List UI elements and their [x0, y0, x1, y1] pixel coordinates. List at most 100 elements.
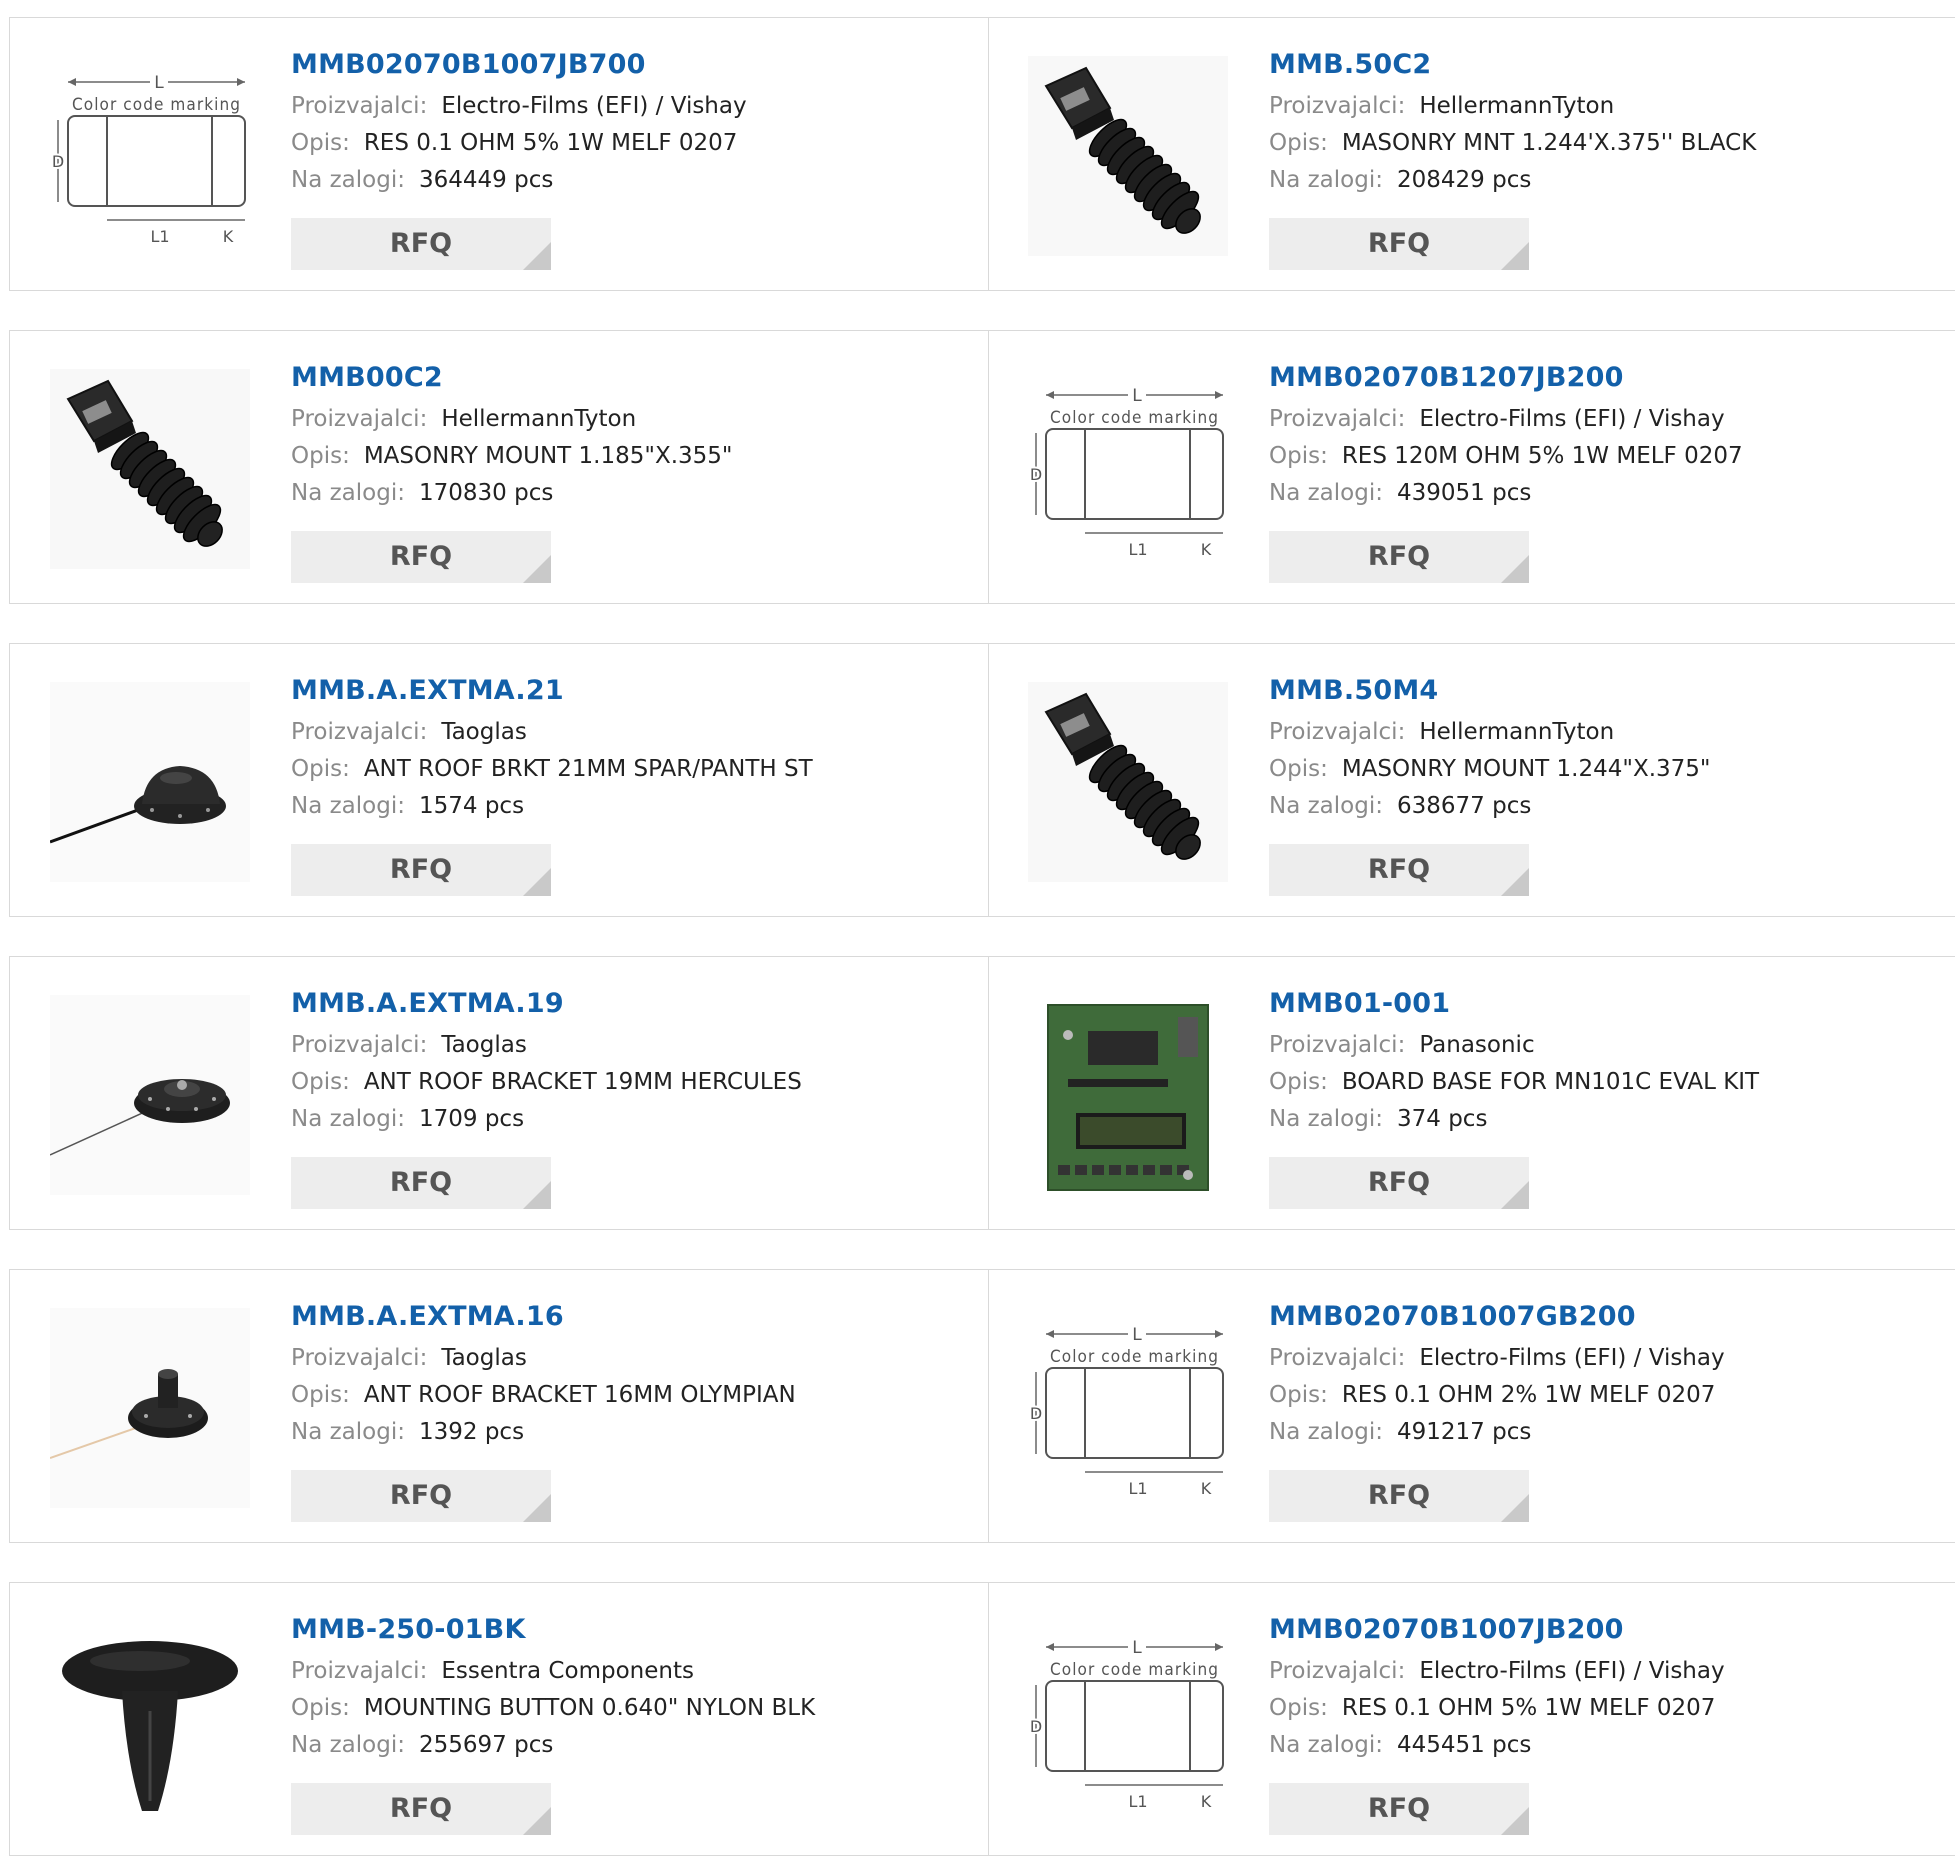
- corner-triangle-icon: [1501, 555, 1529, 583]
- manufacturer-label: Proizvajalci:: [1269, 93, 1406, 119]
- rfq-button[interactable]: RFQ: [291, 218, 551, 270]
- description-label: Opis:: [1269, 1382, 1328, 1408]
- rfq-button[interactable]: RFQ: [1269, 531, 1529, 583]
- part-number-link[interactable]: MMB-250-01BK: [291, 1613, 951, 1647]
- product-image[interactable]: [50, 1621, 250, 1821]
- circuit-board-image: [1028, 995, 1228, 1195]
- product-card: MMB.A.EXTMA.16 Proizvajalci: Taoglas Opis…: [10, 1270, 989, 1542]
- manufacturer-value: Electro-Films (EFI) / Vishay: [1419, 406, 1725, 432]
- description-line: Opis: ANT ROOF BRACKET 19MM HERCULES: [291, 1064, 951, 1101]
- description-label: Opis:: [1269, 756, 1328, 782]
- product-image[interactable]: [1028, 682, 1228, 882]
- description-label: Opis:: [291, 1069, 350, 1095]
- product-info: MMB.A.EXTMA.16 Proizvajalci: Taoglas Opis…: [291, 1300, 951, 1451]
- stock-label: Na zalogi:: [291, 1419, 405, 1445]
- description-label: Opis:: [291, 130, 350, 156]
- manufacturer-value: Taoglas: [441, 1032, 527, 1058]
- manufacturer-line: Proizvajalci: Panasonic: [1269, 1027, 1929, 1064]
- part-number-link[interactable]: MMB02070B1007GB200: [1269, 1300, 1929, 1334]
- description-value: BOARD BASE FOR MN101C EVAL KIT: [1341, 1069, 1760, 1095]
- description-value: MOUNTING BUTTON 0.640" NYLON BLK: [363, 1695, 816, 1721]
- product-image[interactable]: L Color code marking D L1 K: [1028, 1621, 1228, 1821]
- part-number-link[interactable]: MMB02070B1207JB200: [1269, 361, 1929, 395]
- stock-line: Na zalogi: 364449 pcs: [291, 162, 951, 199]
- rfq-button[interactable]: RFQ: [291, 531, 551, 583]
- rfq-button[interactable]: RFQ: [1269, 1470, 1529, 1522]
- stock-line: Na zalogi: 1392 pcs: [291, 1414, 951, 1451]
- corner-triangle-icon: [1501, 1181, 1529, 1209]
- product-image[interactable]: [50, 1308, 250, 1508]
- product-card: MMB.A.EXTMA.21 Proizvajalci: Taoglas Opis…: [10, 644, 989, 916]
- resistor-diagram-image: L Color code marking D L1 K: [50, 56, 250, 256]
- product-info: MMB02070B1007GB200 Proizvajalci: Electro-…: [1269, 1300, 1929, 1451]
- stock-value: 208429 pcs: [1396, 167, 1532, 193]
- stock-value: 364449 pcs: [418, 167, 554, 193]
- part-number-link[interactable]: MMB.50C2: [1269, 48, 1929, 82]
- stock-value: 1392 pcs: [418, 1419, 525, 1445]
- product-image[interactable]: L Color code marking D L1 K: [1028, 369, 1228, 569]
- product-image[interactable]: [1028, 56, 1228, 256]
- rfq-button[interactable]: RFQ: [1269, 1783, 1529, 1835]
- rfq-label: RFQ: [1367, 1480, 1431, 1511]
- svg-text:D: D: [1030, 1717, 1042, 1736]
- stock-line: Na zalogi: 638677 pcs: [1269, 788, 1929, 825]
- product-image[interactable]: [50, 995, 250, 1195]
- corner-triangle-icon: [1501, 242, 1529, 270]
- part-number-link[interactable]: MMB.A.EXTMA.19: [291, 987, 951, 1021]
- rfq-button[interactable]: RFQ: [291, 1783, 551, 1835]
- corner-triangle-icon: [1501, 1494, 1529, 1522]
- product-image[interactable]: [50, 369, 250, 569]
- part-number-link[interactable]: MMB.A.EXTMA.21: [291, 674, 951, 708]
- product-info: MMB.A.EXTMA.21 Proizvajalci: Taoglas Opis…: [291, 674, 951, 825]
- product-info: MMB02070B1207JB200 Proizvajalci: Electro-…: [1269, 361, 1929, 512]
- product-card: L Color code marking D L1 K MMB02070B100…: [988, 1583, 1955, 1855]
- stock-label: Na zalogi:: [1269, 167, 1383, 193]
- part-number-link[interactable]: MMB00C2: [291, 361, 951, 395]
- masonry-mount-image: [50, 369, 250, 569]
- manufacturer-line: Proizvajalci: Electro-Films (EFI) / Visha…: [291, 88, 951, 125]
- rfq-button[interactable]: RFQ: [291, 1470, 551, 1522]
- svg-text:L1: L1: [1128, 540, 1147, 559]
- rfq-button[interactable]: RFQ: [1269, 218, 1529, 270]
- stock-line: Na zalogi: 1574 pcs: [291, 788, 951, 825]
- product-image[interactable]: L Color code marking D L1 K: [50, 56, 250, 256]
- masonry-mount-image: [1028, 682, 1228, 882]
- rfq-button[interactable]: RFQ: [291, 1157, 551, 1209]
- manufacturer-line: Proizvajalci: HellermannTyton: [1269, 714, 1929, 751]
- product-info: MMB.50C2 Proizvajalci: HellermannTyton Op…: [1269, 48, 1929, 199]
- product-info: MMB01-001 Proizvajalci: Panasonic Opis: BO…: [1269, 987, 1929, 1138]
- rfq-button[interactable]: RFQ: [1269, 844, 1529, 896]
- masonry-mount-image: [1028, 56, 1228, 256]
- svg-text:K: K: [1201, 1792, 1212, 1811]
- manufacturer-line: Proizvajalci: HellermannTyton: [1269, 88, 1929, 125]
- part-number-link[interactable]: MMB.A.EXTMA.16: [291, 1300, 951, 1334]
- svg-text:D: D: [1030, 465, 1042, 484]
- description-label: Opis:: [291, 1382, 350, 1408]
- product-info: MMB.A.EXTMA.19 Proizvajalci: Taoglas Opis…: [291, 987, 951, 1138]
- stock-value: 1574 pcs: [418, 793, 525, 819]
- product-card: L Color code marking D L1 K MMB02070B100…: [10, 18, 989, 290]
- description-line: Opis: MOUNTING BUTTON 0.640" NYLON BLK: [291, 1690, 951, 1727]
- product-image[interactable]: [1028, 995, 1228, 1195]
- svg-text:Color code marking: Color code marking: [1050, 408, 1218, 428]
- part-number-link[interactable]: MMB02070B1007JB200: [1269, 1613, 1929, 1647]
- rfq-label: RFQ: [389, 541, 453, 572]
- stock-line: Na zalogi: 170830 pcs: [291, 475, 951, 512]
- product-image[interactable]: [50, 682, 250, 882]
- rfq-label: RFQ: [1367, 1793, 1431, 1824]
- part-number-link[interactable]: MMB02070B1007JB700: [291, 48, 951, 82]
- part-number-link[interactable]: MMB01-001: [1269, 987, 1929, 1021]
- svg-text:L1: L1: [150, 227, 169, 246]
- description-line: Opis: ANT ROOF BRACKET 16MM OLYMPIAN: [291, 1377, 951, 1414]
- rfq-button[interactable]: RFQ: [1269, 1157, 1529, 1209]
- rfq-label: RFQ: [389, 228, 453, 259]
- part-number-link[interactable]: MMB.50M4: [1269, 674, 1929, 708]
- product-image[interactable]: L Color code marking D L1 K: [1028, 1308, 1228, 1508]
- manufacturer-label: Proizvajalci:: [1269, 1345, 1406, 1371]
- manufacturer-line: Proizvajalci: Taoglas: [291, 1340, 951, 1377]
- manufacturer-label: Proizvajalci:: [1269, 406, 1406, 432]
- rfq-button[interactable]: RFQ: [291, 844, 551, 896]
- description-line: Opis: BOARD BASE FOR MN101C EVAL KIT: [1269, 1064, 1929, 1101]
- manufacturer-value: Electro-Films (EFI) / Vishay: [1419, 1345, 1725, 1371]
- product-row: MMB.A.EXTMA.19 Proizvajalci: Taoglas Opis…: [9, 956, 1955, 1230]
